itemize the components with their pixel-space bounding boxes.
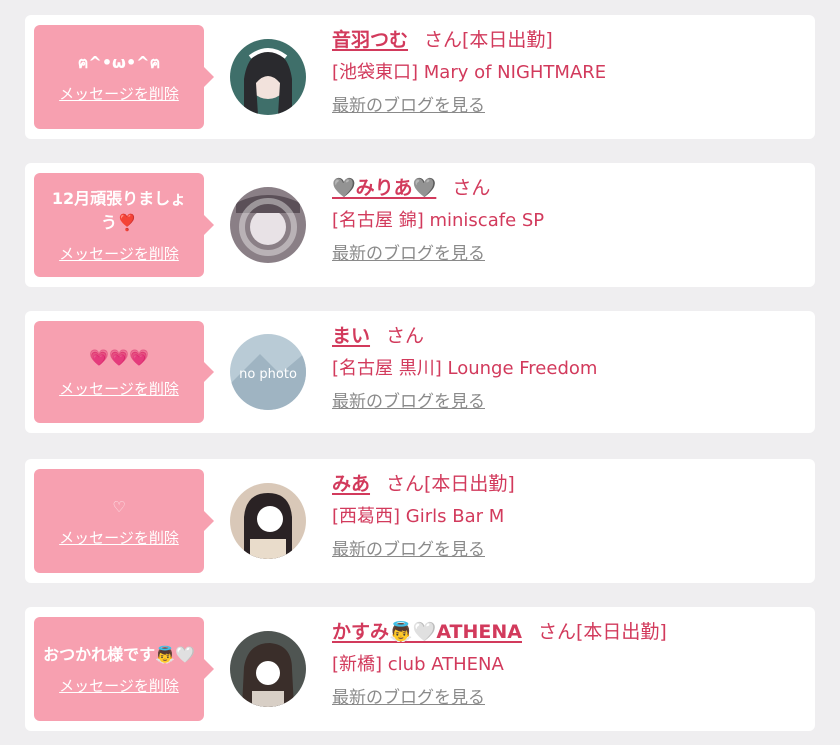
delete-message-link[interactable]: メッセージを削除 (59, 83, 179, 104)
avatar[interactable] (230, 187, 306, 263)
cast-info: 音羽つむ さん[本日出勤] [池袋東口] Mary of NIGHTMARE 最新… (332, 27, 805, 117)
delete-message-link[interactable]: メッセージを削除 (59, 675, 179, 696)
latest-blog-link[interactable]: 最新のブログを見る (332, 539, 485, 561)
cast-status: さん (452, 177, 491, 199)
message-text: ฅ^•ω•^ฅ (77, 52, 161, 72)
avatar[interactable] (230, 631, 306, 707)
message-bubble: 💗💗💗 メッセージを削除 (34, 321, 214, 423)
message-card: おつかれ様です👼🤍 メッセージを削除 かすみ👼🤍ATHENA さん[本日出勤] [… (25, 607, 815, 731)
cast-status: さん (386, 325, 425, 347)
cast-info: 🩶みりあ🩶 さん [名古屋 錦] miniscafe SP 最新のブログを見る (332, 175, 805, 265)
message-card: ฅ^•ω•^ฅ メッセージを削除 音羽つむ さん[本日出勤] [池袋東口] Mar… (25, 15, 815, 139)
message-card: 12月頑張りましょう❣️ メッセージを削除 🩶みりあ🩶 さん [名古屋 錦] mi… (25, 163, 815, 287)
cast-status: さん[本日出勤] (386, 473, 515, 495)
message-bubble: ♡ メッセージを削除 (34, 469, 214, 573)
shop-name: [池袋東口] Mary of NIGHTMARE (332, 62, 607, 83)
cast-status: さん[本日出勤] (538, 621, 667, 643)
shop-name: [新橋] club ATHENA (332, 654, 504, 675)
avatar[interactable] (230, 483, 306, 559)
message-text: 💗💗💗 (89, 347, 149, 367)
cast-name-link[interactable]: まい (332, 325, 370, 347)
shop-name: [名古屋 黒川] Lounge Freedom (332, 358, 598, 379)
message-bubble: ฅ^•ω•^ฅ メッセージを削除 (34, 25, 214, 129)
message-card: 💗💗💗 メッセージを削除 no photo まい さん [名古屋 黒川] Loun… (25, 311, 815, 433)
message-bubble: 12月頑張りましょう❣️ メッセージを削除 (34, 173, 214, 277)
cast-info: みあ さん[本日出勤] [西葛西] Girls Bar M 最新のブログを見る (332, 471, 805, 561)
message-bubble: おつかれ様です👼🤍 メッセージを削除 (34, 617, 214, 721)
latest-blog-link[interactable]: 最新のブログを見る (332, 243, 485, 265)
shop-name: [名古屋 錦] miniscafe SP (332, 210, 545, 231)
message-text: ♡ (112, 497, 126, 516)
no-photo-label: no photo (239, 367, 297, 382)
cast-name-link[interactable]: 音羽つむ (332, 29, 408, 51)
message-text: おつかれ様です👼🤍 (43, 644, 195, 664)
message-text: 12月頑張りましょう❣️ (51, 188, 187, 232)
cast-name-link[interactable]: 🩶みりあ🩶 (332, 177, 436, 199)
cast-name-link[interactable]: かすみ👼🤍ATHENA (332, 621, 522, 643)
delete-message-link[interactable]: メッセージを削除 (59, 378, 179, 399)
latest-blog-link[interactable]: 最新のブログを見る (332, 95, 485, 117)
latest-blog-link[interactable]: 最新のブログを見る (332, 687, 485, 709)
cast-name-link[interactable]: みあ (332, 473, 370, 495)
delete-message-link[interactable]: メッセージを削除 (59, 527, 179, 548)
delete-message-link[interactable]: メッセージを削除 (59, 243, 179, 264)
avatar[interactable] (230, 39, 306, 115)
message-list: ฅ^•ω•^ฅ メッセージを削除 音羽つむ さん[本日出勤] [池袋東口] Mar… (0, 0, 840, 745)
latest-blog-link[interactable]: 最新のブログを見る (332, 391, 485, 413)
shop-name: [西葛西] Girls Bar M (332, 506, 505, 527)
cast-info: かすみ👼🤍ATHENA さん[本日出勤] [新橋] club ATHENA 最新の… (332, 619, 805, 709)
message-card: ♡ メッセージを削除 みあ さん[本日出勤] [西葛西] Girls Bar M … (25, 459, 815, 583)
cast-info: まい さん [名古屋 黒川] Lounge Freedom 最新のブログを見る (332, 323, 805, 413)
avatar[interactable]: no photo (230, 334, 306, 410)
cast-status: さん[本日出勤] (424, 29, 553, 51)
